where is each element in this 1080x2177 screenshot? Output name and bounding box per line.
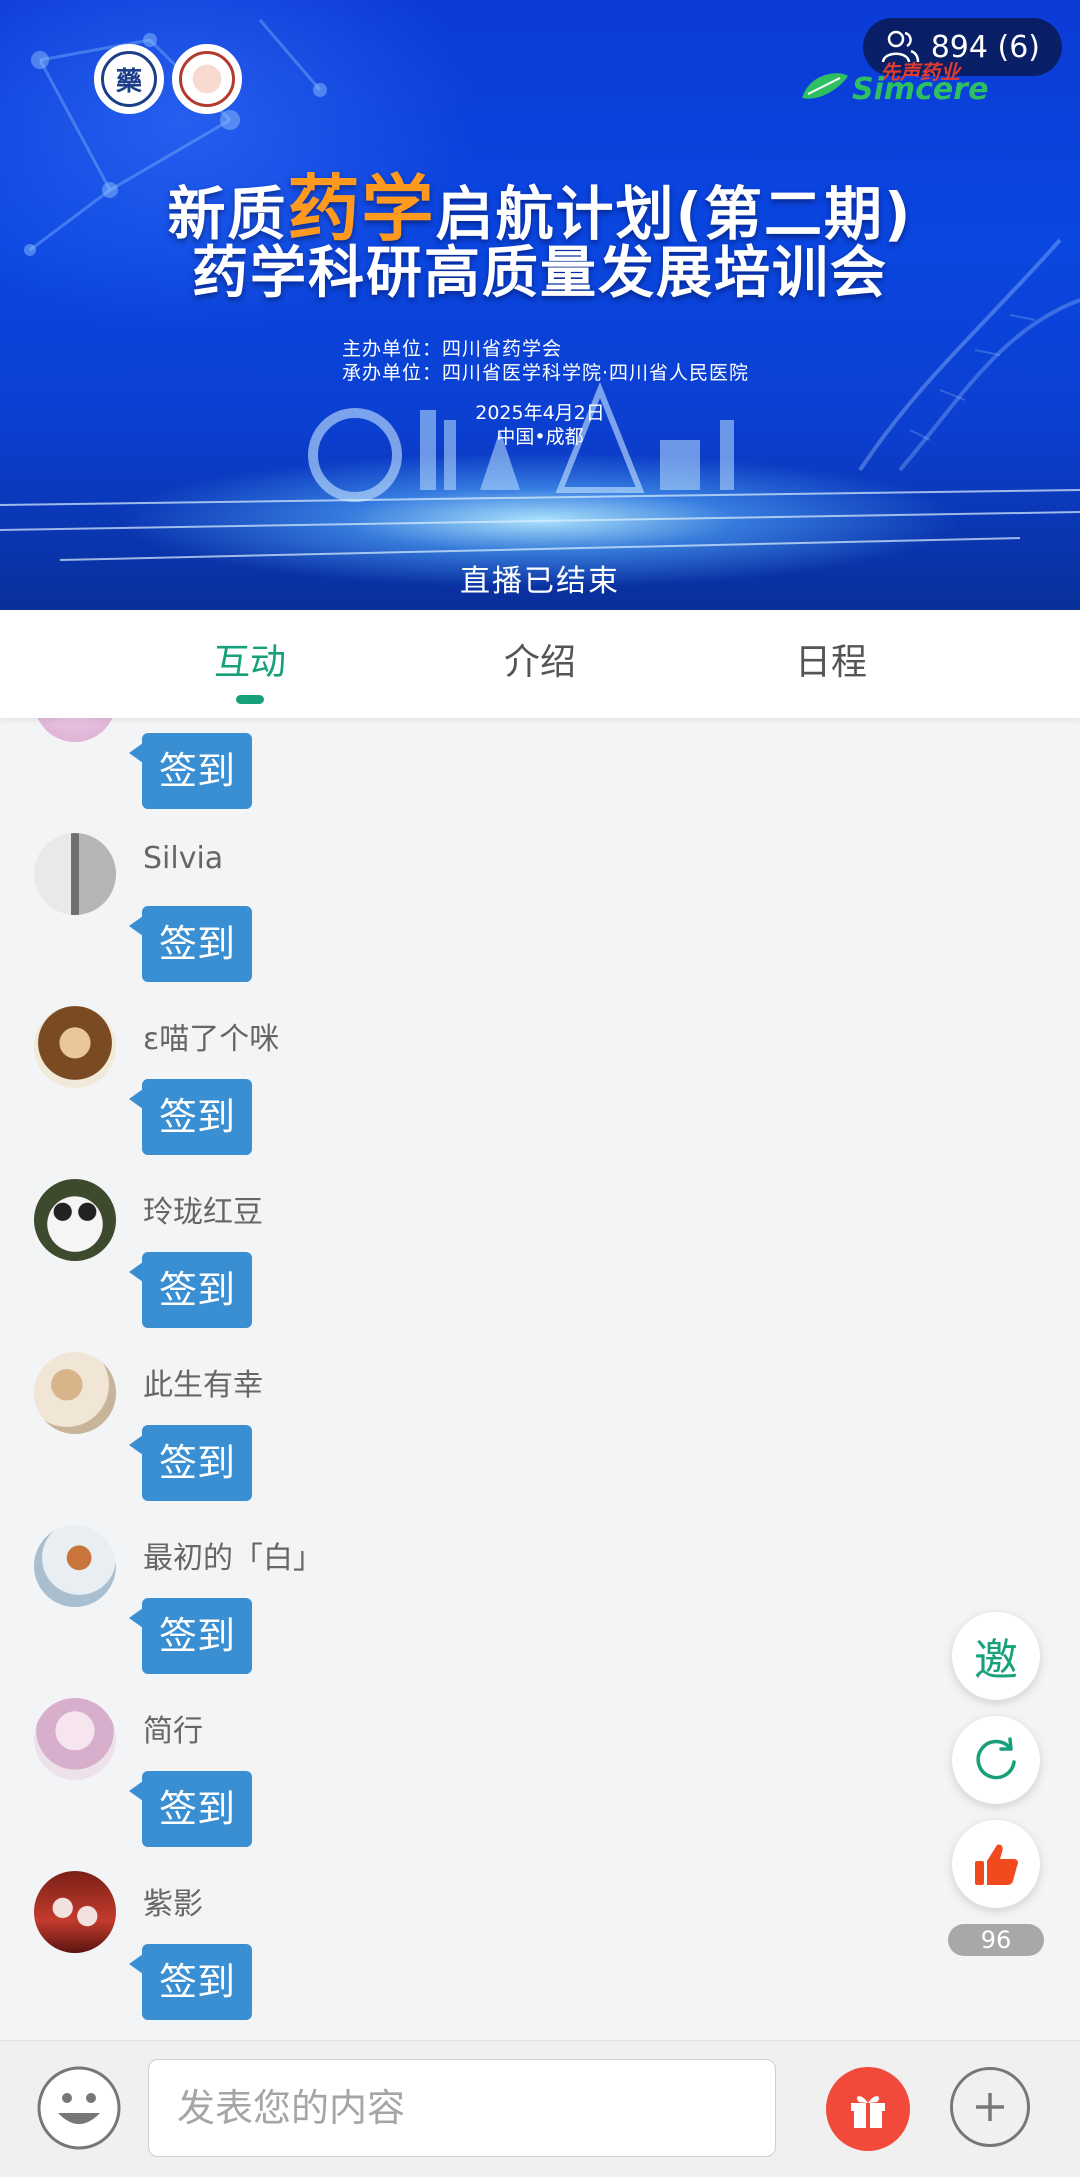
chat-username: 简行 [143, 1714, 203, 1749]
chat-message: Silvia 签到 [0, 833, 1080, 1006]
refresh-icon [976, 1737, 1016, 1780]
thumbs-up-icon [975, 1844, 1018, 1885]
avatar[interactable] [34, 1179, 116, 1261]
event-date: 2025年4月2日 [475, 402, 605, 424]
avatar[interactable] [34, 1698, 116, 1780]
chat-message: ε喵了个咪 签到 [0, 1006, 1080, 1179]
chat-bubble: 签到 [129, 906, 252, 982]
organizer-text: 主办单位：四川省药学会 [342, 338, 563, 360]
banner-subtitle: 药学科研高质量发展培训会 [192, 241, 888, 306]
co-organizer-text: 承办单位：四川省医学科学院·四川省人民医院 [342, 362, 750, 384]
tab-interact-label: 互动 [213, 642, 286, 683]
like-button[interactable] [952, 1820, 1040, 1908]
chat-bubble: 签到 [129, 1598, 252, 1674]
live-banner[interactable]: 894 (6) 藥 先声药业 Simcere 新质药学启航计划(第二期) 药学科… [0, 0, 1080, 610]
comment-input[interactable]: 发表您的内容 [148, 2059, 776, 2157]
like-count: 96 [948, 1924, 1044, 1956]
live-status-text: 直播已结束 [460, 564, 620, 599]
avatar[interactable] [34, 1525, 116, 1607]
tab-intro[interactable]: 介绍 [390, 610, 690, 718]
chat-message: 此生有幸 签到 [0, 1352, 1080, 1525]
avatar[interactable] [34, 1006, 116, 1088]
chat-bubble: 签到 [129, 1252, 252, 1328]
chat-username: ε喵了个咪 [143, 1022, 280, 1057]
tab-schedule[interactable]: 日程 [681, 610, 981, 718]
plus-icon [976, 2093, 1004, 2121]
more-button[interactable] [950, 2067, 1030, 2147]
avatar[interactable] [34, 1352, 116, 1434]
chat-message: 签到 [0, 718, 1080, 833]
tab-interact[interactable]: 互动 [100, 610, 400, 718]
sponsor-name-en: Simcere [852, 72, 989, 107]
emoji-icon[interactable] [36, 2065, 122, 2151]
avatar[interactable] [34, 1871, 116, 1953]
chat-message: 紫影 签到 [0, 1871, 1080, 2038]
chat-message: 简行 签到 [0, 1698, 1080, 1871]
chat-username: 玲珑红豆 [143, 1195, 263, 1230]
tab-bar: 互动 介绍 日程 [0, 610, 1080, 718]
invite-button[interactable]: 邀 [952, 1612, 1040, 1700]
avatar[interactable] [34, 718, 116, 742]
event-place: 中国•成都 [496, 426, 584, 448]
bottom-input-bar: 发表您的内容 [0, 2040, 1080, 2177]
chat-message: 最初的「白」 签到 [0, 1525, 1080, 1698]
gift-button[interactable] [826, 2067, 910, 2151]
chat-bubble: 签到 [129, 1944, 252, 2020]
chat-username: 紫影 [143, 1887, 203, 1922]
tab-schedule-label: 日程 [794, 642, 867, 683]
pharmacy-society-logo: 藥 [94, 44, 164, 114]
chat-bubble: 签到 [129, 1771, 252, 1847]
chat-message: 玲珑红豆 签到 [0, 1179, 1080, 1352]
chat-list[interactable]: 签到 Silvia 签到 ε喵了个咪 签到 玲珑红豆 签到 此生有幸 签到 最初… [0, 718, 1080, 2038]
chat-username: 此生有幸 [143, 1368, 263, 1403]
gift-icon [851, 2096, 885, 2128]
pharmacy-society-logo-text: 藥 [101, 51, 157, 107]
sponsor-leaf-icon [802, 73, 848, 99]
tab-active-indicator [236, 695, 264, 704]
hospital-logo [172, 44, 242, 114]
chat-username: 最初的「白」 [143, 1541, 323, 1576]
avatar[interactable] [34, 833, 116, 915]
chat-bubble: 签到 [129, 1079, 252, 1155]
tab-intro-label: 介绍 [503, 642, 576, 683]
chat-username: Silvia [143, 841, 224, 876]
sponsor-logo: 先声药业 Simcere [800, 60, 990, 110]
chat-bubble: 签到 [129, 733, 252, 809]
refresh-button[interactable] [952, 1716, 1040, 1804]
chat-bubble: 签到 [129, 1425, 252, 1501]
invite-label: 邀 [974, 1635, 1018, 1686]
